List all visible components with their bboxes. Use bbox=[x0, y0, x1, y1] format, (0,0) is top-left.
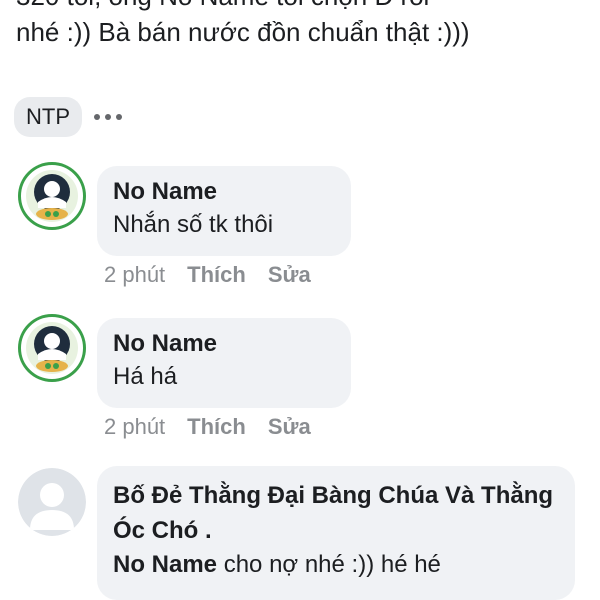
comment-author[interactable]: No Name bbox=[113, 328, 335, 360]
comment-text-rest: cho nợ nhé :)) hé hé bbox=[217, 551, 441, 578]
profile-logo-icon bbox=[18, 162, 86, 230]
comment-bubble: Bố Đẻ Thằng Đại Bàng Chúa Và Thằng Óc Ch… bbox=[97, 466, 575, 600]
comment-bubble: No Name Há há bbox=[97, 318, 351, 408]
comment-actions: 2 phút Thích Sửa bbox=[104, 262, 311, 288]
like-button[interactable]: Thích bbox=[187, 414, 246, 440]
avatar[interactable] bbox=[18, 468, 86, 536]
ntp-reaction-chip[interactable]: NTP bbox=[14, 97, 82, 137]
comment-author[interactable]: No Name bbox=[113, 176, 335, 208]
post-text: 320 tối, ông No Name tôi chọn D rồi nhé … bbox=[16, 0, 586, 50]
reaction-row: NTP bbox=[14, 96, 122, 138]
more-dots-icon[interactable] bbox=[94, 111, 122, 123]
comment-text: No Name cho nợ nhé :)) hé hé bbox=[113, 548, 559, 582]
like-button[interactable]: Thích bbox=[187, 262, 246, 288]
comment-thread: 320 tối, ông No Name tôi chọn D rồi nhé … bbox=[0, 0, 600, 600]
edit-button[interactable]: Sửa bbox=[268, 414, 311, 440]
post-text-line-1: 320 tối, ông No Name tôi chọn D rồi bbox=[16, 0, 586, 14]
comment-time: 2 phút bbox=[104, 414, 166, 439]
avatar[interactable] bbox=[18, 162, 86, 230]
comment-actions: 2 phút Thích Sửa bbox=[104, 414, 311, 440]
avatar[interactable] bbox=[18, 314, 86, 382]
comment-bubble: No Name Nhắn số tk thôi bbox=[97, 166, 351, 256]
comment-text: Há há bbox=[113, 363, 178, 390]
comment-text: Nhắn số tk thôi bbox=[113, 211, 274, 238]
comment-time: 2 phút bbox=[104, 262, 166, 287]
edit-button[interactable]: Sửa bbox=[268, 262, 311, 288]
profile-logo-icon bbox=[18, 314, 86, 382]
comment-author[interactable]: Bố Đẻ Thằng Đại Bàng Chúa Và Thằng Óc Ch… bbox=[113, 478, 559, 548]
post-text-line-2: nhé :)) Bà bán nước đồn chuẩn thật :))) bbox=[16, 17, 470, 47]
mention-link[interactable]: No Name bbox=[113, 551, 217, 578]
default-avatar-icon bbox=[18, 468, 86, 536]
